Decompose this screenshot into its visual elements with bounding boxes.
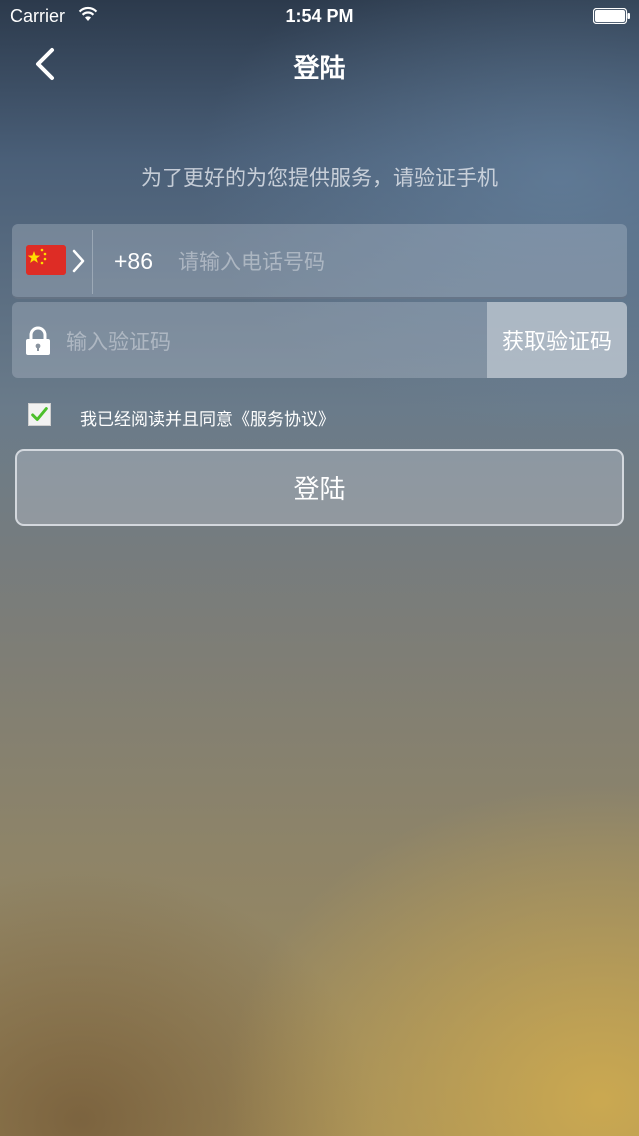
phone-number-input[interactable]	[178, 246, 598, 278]
agreement-checkbox[interactable]	[28, 403, 51, 426]
lock-icon	[26, 326, 50, 355]
country-code[interactable]: +86	[114, 248, 153, 275]
verification-field-row: 获取验证码	[12, 302, 627, 378]
agreement-text[interactable]: 我已经阅读并且同意《服务协议》	[80, 405, 335, 430]
verification-code-input[interactable]	[66, 326, 476, 358]
status-bar: Carrier 1:54 PM	[0, 0, 639, 32]
login-button[interactable]: 登陆	[15, 449, 624, 526]
divider	[92, 230, 93, 294]
instruction-text: 为了更好的为您提供服务，请验证手机	[141, 166, 498, 190]
status-time: 1:54 PM	[285, 6, 354, 26]
phone-field-row: +86	[12, 224, 627, 299]
navigation-bar: 登陆	[0, 32, 639, 98]
battery-icon	[593, 8, 630, 24]
get-code-button[interactable]: 获取验证码	[487, 302, 627, 378]
china-flag-icon[interactable]	[26, 245, 66, 275]
page-title: 登陆	[293, 54, 346, 84]
checkmark-icon	[31, 407, 48, 421]
chevron-right-icon[interactable]	[70, 248, 86, 274]
